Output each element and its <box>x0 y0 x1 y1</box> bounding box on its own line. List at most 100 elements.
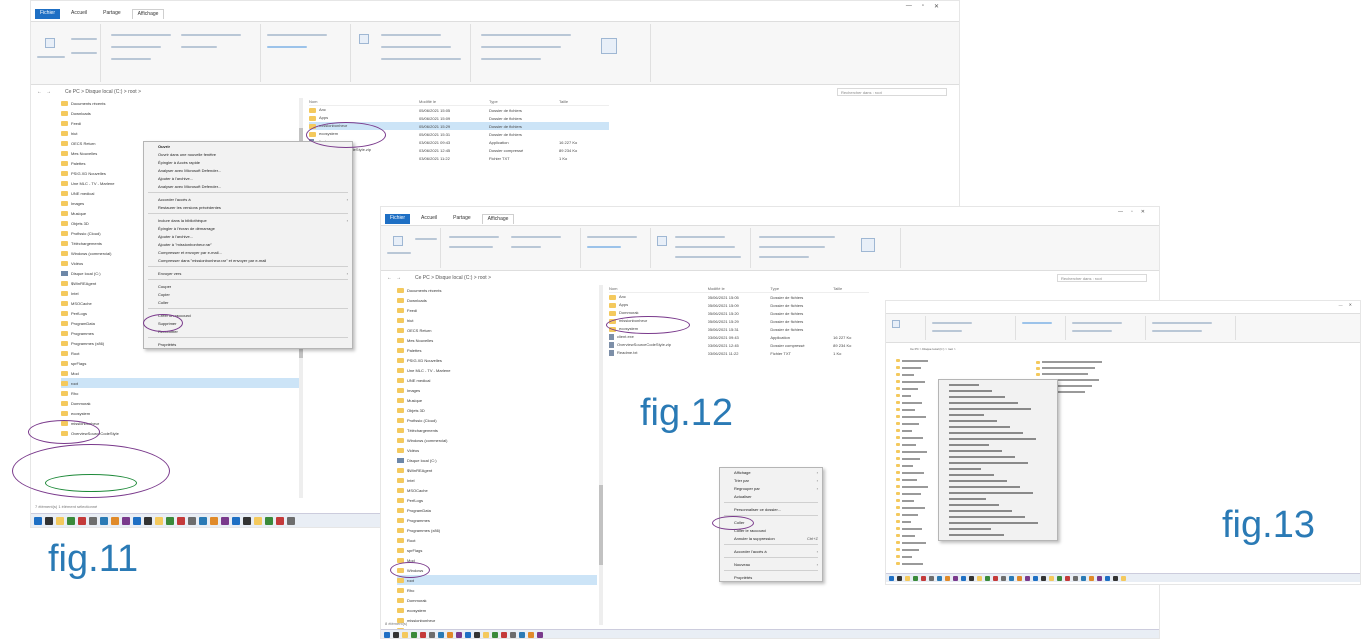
taskbar-app-icon[interactable] <box>1025 575 1030 581</box>
tree-item[interactable]: Musique <box>397 395 597 405</box>
windows-start-icon[interactable] <box>384 632 390 638</box>
forward-icon[interactable]: → <box>396 275 401 281</box>
menu-item[interactable]: Inclure dans la bibliothèque › <box>144 216 352 224</box>
tree-item[interactable]: Images <box>397 385 597 395</box>
taskbar-app-icon[interactable] <box>56 517 64 525</box>
column-header[interactable]: Taille <box>559 99 599 104</box>
taskbar-app-icon[interactable] <box>420 632 426 638</box>
menu-item[interactable]: Ajouter à l'archive... <box>144 232 352 240</box>
taskbar-app-icon[interactable] <box>913 575 918 581</box>
column-header[interactable]: Nom <box>609 286 708 291</box>
taskbar-app-icon[interactable] <box>177 517 185 525</box>
taskbar-app-icon[interactable] <box>100 517 108 525</box>
address-bar[interactable]: ← → Ce PC > Disque local (C:) > root > R… <box>31 87 959 97</box>
menu-item[interactable]: Ajouter à "missionbonheur.rar" <box>144 240 352 248</box>
taskbar-app-icon[interactable] <box>1049 575 1054 581</box>
taskbar-app-icon[interactable] <box>243 517 251 525</box>
taskbar-app-icon[interactable] <box>1017 575 1022 581</box>
forward-icon[interactable]: → <box>46 89 51 95</box>
back-icon[interactable]: ← <box>387 275 392 281</box>
tree-item[interactable]: PerfLogs <box>397 495 597 505</box>
menu-item[interactable]: Affichage › <box>720 468 822 476</box>
tree-item[interactable] <box>896 560 956 567</box>
tree-item[interactable]: sprFlags <box>397 545 597 555</box>
tab-share[interactable]: Partage <box>448 214 476 224</box>
taskbar-app-icon[interactable] <box>465 632 471 638</box>
tree-item[interactable]: sprFlags <box>61 358 301 368</box>
tree-item[interactable]: Documents récents <box>61 98 301 108</box>
taskbar-app-icon[interactable] <box>199 517 207 525</box>
taskbar-app-icon[interactable] <box>993 575 998 581</box>
menu-item[interactable]: Analyser avec Microsoft Defender... <box>144 166 352 174</box>
taskbar-app-icon[interactable] <box>166 517 174 525</box>
file-row[interactable]: Apps 05/06/2021 15:09 Dossier de fichiers <box>609 301 869 309</box>
address-bar[interactable]: Ce PC > Disque local (C:) > root > <box>886 345 1360 353</box>
tree-item[interactable]: MSOCache <box>397 485 597 495</box>
taskbar-app-icon[interactable] <box>144 517 152 525</box>
breadcrumb[interactable]: Ce PC > Disque local (C:) > root > <box>65 89 141 95</box>
taskbar-app-icon[interactable] <box>438 632 444 638</box>
breadcrumb[interactable]: Ce PC > Disque local (C:) > root > <box>910 347 956 351</box>
tree-item[interactable]: Mod <box>61 368 301 378</box>
tree-item[interactable]: Rho <box>397 585 597 595</box>
tree-item[interactable] <box>896 371 956 378</box>
menu-item[interactable]: Trier par › <box>720 476 822 484</box>
tree-item[interactable]: root <box>61 378 301 388</box>
back-icon[interactable]: ← <box>37 89 42 95</box>
taskbar-app-icon[interactable] <box>1057 575 1062 581</box>
tree-item[interactable]: Téléchargements <box>397 425 597 435</box>
tab-view[interactable]: Affichage <box>131 9 165 19</box>
menu-item[interactable]: Propriétés <box>144 340 352 348</box>
taskbar-app-icon[interactable] <box>411 632 417 638</box>
column-header[interactable]: Type <box>770 286 833 291</box>
search-input[interactable]: Rechercher dans : root <box>1057 274 1147 282</box>
tree-item[interactable]: Root <box>61 348 301 358</box>
file-row[interactable]: Readme.txt 03/06/2021 11:22 Fichier TXT 1 K… <box>609 349 869 357</box>
taskbar-app-icon[interactable] <box>985 575 990 581</box>
taskbar-app-icon[interactable] <box>210 517 218 525</box>
breadcrumb[interactable]: Ce PC > Disque local (C:) > root > <box>415 275 491 281</box>
taskbar-app-icon[interactable] <box>1065 575 1070 581</box>
taskbar-app-icon[interactable] <box>188 517 196 525</box>
taskbar-app-icon[interactable] <box>78 517 86 525</box>
file-row[interactable]: OverviewSourceCodeStyle.zip 03/06/2021 12… <box>609 341 869 349</box>
taskbar-app-icon[interactable] <box>67 517 75 525</box>
menu-item[interactable] <box>939 532 1057 538</box>
menu-item[interactable]: Accorder l'accès à › <box>720 547 822 555</box>
menu-item[interactable]: Accorder l'accès à › <box>144 195 352 203</box>
taskbar-app-icon[interactable] <box>1113 575 1118 581</box>
file-row[interactable]: client.exe 03/06/2021 09:43 Application 16 … <box>609 333 869 341</box>
column-header[interactable]: Taille <box>833 286 869 291</box>
taskbar-app-icon[interactable] <box>1097 575 1102 581</box>
tree-item[interactable]: Profissio (Cloud) <box>397 415 597 425</box>
taskbar-app-icon[interactable] <box>111 517 119 525</box>
windows-start-icon[interactable] <box>889 575 894 581</box>
taskbar-app-icon[interactable] <box>456 632 462 638</box>
tree-item[interactable]: Vidéos <box>397 445 597 455</box>
taskbar-app-icon[interactable] <box>1033 575 1038 581</box>
tree-item[interactable]: $WinREAgent <box>397 465 597 475</box>
tab-file[interactable]: Fichier <box>35 9 61 19</box>
tab-home[interactable]: Accueil <box>66 9 92 19</box>
tree-item[interactable]: hiut <box>397 315 597 325</box>
menu-item[interactable]: Actualiser <box>720 492 822 500</box>
tree-item[interactable]: Dommorak <box>397 595 597 605</box>
tab-home[interactable]: Accueil <box>416 214 442 224</box>
column-header[interactable]: Type <box>489 99 559 104</box>
tree-item[interactable]: Feedi <box>397 305 597 315</box>
tree-item[interactable]: Dommorak <box>61 398 301 408</box>
taskbar-app-icon[interactable] <box>921 575 926 581</box>
close-icon[interactable]: ✕ <box>1349 302 1352 307</box>
taskbar-app-icon[interactable] <box>402 632 408 638</box>
menu-item[interactable]: Couper <box>144 282 352 290</box>
menu-item[interactable]: Personnaliser ce dossier... <box>720 505 822 513</box>
window-controls[interactable]: — ✕ <box>1339 302 1352 307</box>
tree-item[interactable] <box>896 364 956 371</box>
taskbar-app-icon[interactable] <box>265 517 273 525</box>
taskbar-app-icon[interactable] <box>977 575 982 581</box>
menu-item[interactable]: Envoyer vers › <box>144 269 352 277</box>
address-bar[interactable]: ← → Ce PC > Disque local (C:) > root > R… <box>381 273 1159 283</box>
menu-item[interactable]: Épingler à l'écran de démarrage <box>144 224 352 232</box>
tree-item[interactable]: Intel <box>397 475 597 485</box>
taskbar-app-icon[interactable] <box>221 517 229 525</box>
